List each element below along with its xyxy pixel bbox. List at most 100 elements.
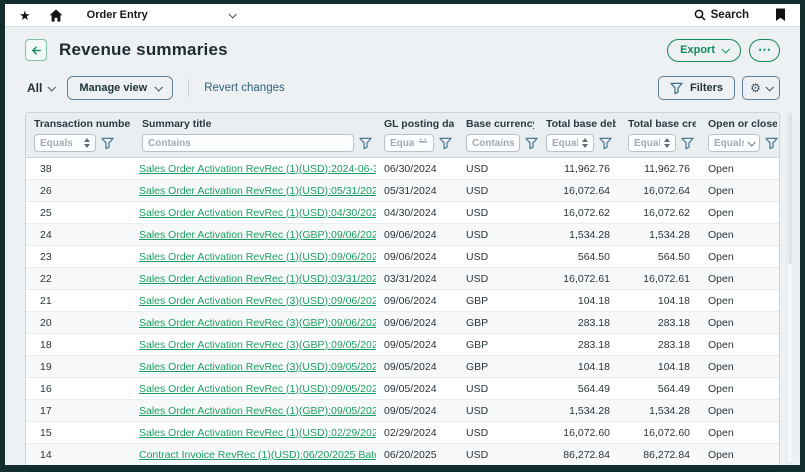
revert-changes-link[interactable]: Revert changes bbox=[204, 82, 285, 94]
summary-title-link[interactable]: Sales Order Activation RevRec (1)(GBP):0… bbox=[139, 405, 376, 417]
total-base-debit-filter-select[interactable]: Equals bbox=[546, 134, 594, 152]
summary-title-link[interactable]: Sales Order Activation RevRec (3)(USD):0… bbox=[139, 361, 376, 373]
cell-status: Open bbox=[700, 356, 780, 378]
cell-gl-posting-date: 09/06/2024 bbox=[376, 224, 458, 246]
cell-gl-posting-date: 09/06/2024 bbox=[376, 290, 458, 312]
summary-title-link[interactable]: Sales Order Activation RevRec (1)(GBP):0… bbox=[139, 229, 376, 241]
table-row: 17 Sales Order Activation RevRec (1)(GBP… bbox=[26, 400, 780, 422]
summary-title-link[interactable]: Sales Order Activation RevRec (1)(USD):0… bbox=[139, 383, 376, 395]
cell-gl-posting-date: 09/05/2024 bbox=[376, 400, 458, 422]
cell-gl-posting-date: 05/31/2024 bbox=[376, 180, 458, 202]
table-row: 15 Sales Order Activation RevRec (1)(USD… bbox=[26, 422, 780, 444]
summary-title-link[interactable]: Sales Order Activation RevRec (1)(USD):0… bbox=[139, 273, 376, 285]
bookmark-icon[interactable] bbox=[775, 8, 786, 22]
cell-status: Open bbox=[700, 202, 780, 224]
cell-total-base-credit: 1,534.28 bbox=[620, 400, 700, 422]
funnel-icon[interactable] bbox=[599, 137, 612, 150]
funnel-icon[interactable] bbox=[681, 137, 694, 150]
table-row: 19 Sales Order Activation RevRec (3)(USD… bbox=[26, 356, 780, 378]
cell-total-base-debit: 16,072.62 bbox=[538, 202, 620, 224]
grid-settings-button[interactable]: ⚙ bbox=[742, 76, 780, 100]
funnel-icon[interactable] bbox=[439, 137, 452, 150]
cell-summary-title: Sales Order Activation RevRec (1)(USD):0… bbox=[134, 378, 376, 400]
cell-total-base-debit: 283.18 bbox=[538, 334, 620, 356]
home-icon[interactable] bbox=[49, 9, 63, 22]
favorites-star-icon[interactable]: ★ bbox=[19, 9, 31, 22]
funnel-icon bbox=[670, 82, 683, 95]
summary-title-link[interactable]: Sales Order Activation RevRec (1)(USD):0… bbox=[139, 207, 376, 219]
total-base-credit-filter-select[interactable]: Equals bbox=[628, 134, 676, 152]
summary-title-link[interactable]: Sales Order Activation RevRec (1)(USD):2… bbox=[139, 163, 376, 175]
cell-total-base-credit: 564.50 bbox=[620, 246, 700, 268]
cell-total-base-credit: 16,072.62 bbox=[620, 202, 700, 224]
cell-total-base-credit: 86,272.84 bbox=[620, 444, 700, 466]
funnel-icon[interactable] bbox=[525, 137, 538, 150]
funnel-icon[interactable] bbox=[359, 137, 372, 150]
app-window: ★ Order Entry Search bbox=[5, 4, 800, 465]
search-icon bbox=[694, 9, 706, 21]
cell-base-currency: GBP bbox=[458, 356, 538, 378]
filters-label: Filters bbox=[690, 82, 723, 94]
table-body: 38 Sales Order Activation RevRec (1)(USD… bbox=[26, 158, 780, 466]
cell-summary-title: Sales Order Activation RevRec (1)(USD):0… bbox=[134, 246, 376, 268]
application-menu[interactable]: Order Entry bbox=[87, 9, 235, 21]
export-button[interactable]: Export bbox=[667, 39, 741, 62]
funnel-icon[interactable] bbox=[765, 137, 778, 150]
filters-button[interactable]: Filters bbox=[658, 76, 735, 100]
cell-base-currency: USD bbox=[458, 158, 538, 180]
table-header-row: Transaction number Equals bbox=[26, 113, 780, 158]
cell-base-currency: USD bbox=[458, 444, 538, 466]
table-row: 22 Sales Order Activation RevRec (1)(USD… bbox=[26, 268, 780, 290]
cell-total-base-debit: 16,072.60 bbox=[538, 422, 620, 444]
transaction-number-filter-select[interactable]: Equals bbox=[34, 134, 96, 152]
summary-title-filter-input[interactable]: Contains bbox=[142, 134, 354, 152]
view-scope-dropdown[interactable]: All bbox=[27, 81, 54, 95]
search-button[interactable]: Search bbox=[694, 9, 749, 21]
table-row: 25 Sales Order Activation RevRec (1)(USD… bbox=[26, 202, 780, 224]
table-row: 38 Sales Order Activation RevRec (1)(USD… bbox=[26, 158, 780, 180]
base-currency-filter-input[interactable]: Contains bbox=[466, 134, 520, 152]
cell-status: Open bbox=[700, 378, 780, 400]
summary-title-link[interactable]: Sales Order Activation RevRec (1)(USD):0… bbox=[139, 427, 376, 439]
header-actions: Export ⋯ bbox=[667, 39, 780, 62]
cell-total-base-debit: 564.49 bbox=[538, 378, 620, 400]
cell-status: Open bbox=[700, 268, 780, 290]
screenshot-frame: ★ Order Entry Search bbox=[0, 0, 805, 472]
table-row: 20 Sales Order Activation RevRec (3)(GBP… bbox=[26, 312, 780, 334]
cell-summary-title: Contract Invoice RevRec (1)(USD):06/20/2… bbox=[134, 444, 376, 466]
cell-summary-title: Sales Order Activation RevRec (3)(USD):0… bbox=[134, 356, 376, 378]
cell-status: Open bbox=[700, 290, 780, 312]
cell-base-currency: USD bbox=[458, 378, 538, 400]
cell-status: Open bbox=[700, 312, 780, 334]
cell-base-currency: USD bbox=[458, 202, 538, 224]
cell-total-base-credit: 16,072.64 bbox=[620, 180, 700, 202]
cell-total-base-credit: 1,534.28 bbox=[620, 224, 700, 246]
summary-title-link[interactable]: Sales Order Activation RevRec (3)(GBP):0… bbox=[139, 317, 376, 329]
cell-summary-title: Sales Order Activation RevRec (3)(GBP):0… bbox=[134, 312, 376, 334]
summary-title-link[interactable]: Sales Order Activation RevRec (1)(USD):0… bbox=[139, 251, 376, 263]
updown-arrows-icon bbox=[664, 138, 670, 148]
cell-total-base-credit: 104.18 bbox=[620, 290, 700, 312]
cell-gl-posting-date: 03/31/2024 bbox=[376, 268, 458, 290]
funnel-icon[interactable] bbox=[101, 137, 114, 150]
cell-transaction-number: 23 bbox=[26, 246, 134, 268]
summary-title-link[interactable]: Contract Invoice RevRec (1)(USD):06/20/2… bbox=[139, 449, 376, 461]
summary-title-link[interactable]: Sales Order Activation RevRec (1)(USD):0… bbox=[139, 185, 376, 197]
view-scope-label: All bbox=[27, 81, 42, 95]
table-row: 26 Sales Order Activation RevRec (1)(USD… bbox=[26, 180, 780, 202]
manage-view-button[interactable]: Manage view bbox=[67, 76, 173, 100]
vertical-scrollbar[interactable] bbox=[786, 112, 794, 464]
open-or-closed-filter-select[interactable]: Equals bbox=[708, 134, 760, 152]
scrollbar-thumb[interactable] bbox=[788, 114, 792, 264]
updown-arrows-icon bbox=[582, 138, 588, 148]
summary-title-link[interactable]: Sales Order Activation RevRec (3)(GBP):0… bbox=[139, 339, 376, 351]
back-button[interactable] bbox=[25, 39, 47, 61]
more-actions-button[interactable]: ⋯ bbox=[749, 39, 780, 62]
manage-view-label: Manage view bbox=[79, 82, 147, 94]
gl-posting-date-filter-input[interactable]: Equa bbox=[384, 134, 434, 152]
cell-transaction-number: 14 bbox=[26, 444, 134, 466]
cell-gl-posting-date: 09/05/2024 bbox=[376, 334, 458, 356]
summary-title-link[interactable]: Sales Order Activation RevRec (3)(USD):0… bbox=[139, 295, 376, 307]
cell-gl-posting-date: 09/06/2024 bbox=[376, 246, 458, 268]
cell-base-currency: USD bbox=[458, 422, 538, 444]
